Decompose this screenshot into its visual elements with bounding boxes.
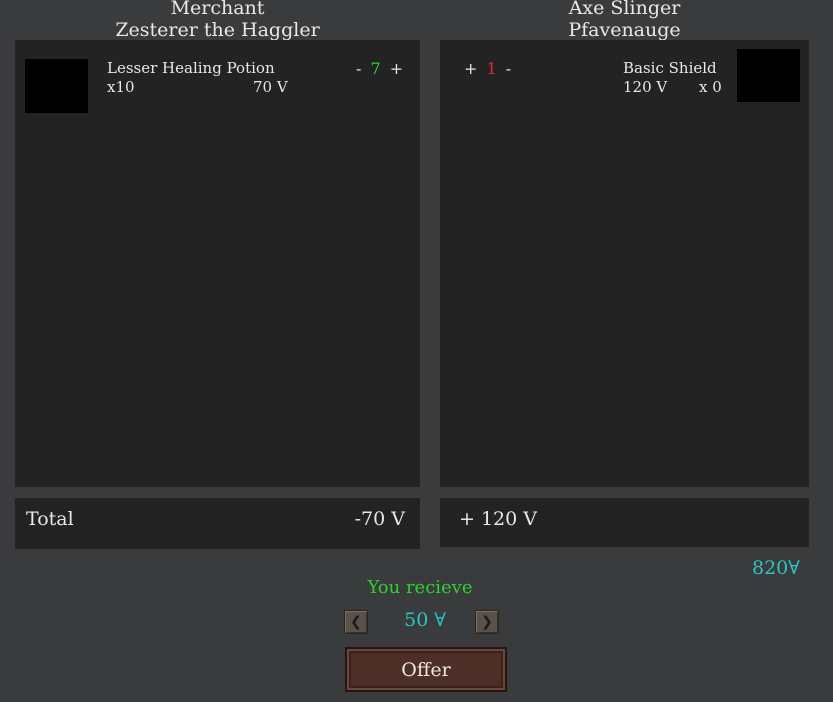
item-name: Basic Shield — [623, 59, 717, 77]
decrease-button[interactable]: - — [352, 59, 365, 78]
receive-label: You recieve — [367, 577, 473, 598]
merchant-total-panel: Total -70 V — [15, 498, 420, 549]
item-price: 120 V — [623, 78, 668, 96]
player-quantity-stepper: + 1 - — [460, 59, 515, 78]
player-name: Pfavenauge — [568, 19, 681, 41]
item-stock: x 0 — [699, 78, 722, 96]
player-role: Axe Slinger — [568, 0, 681, 19]
receive-amount: 50 ∀ — [404, 609, 446, 631]
chevron-right-icon: ❯ — [481, 614, 493, 630]
merchant-name: Zesterer the Haggler — [115, 19, 320, 41]
player-header: Axe Slinger Pfavenauge — [440, 0, 809, 41]
item-icon[interactable] — [737, 49, 800, 102]
total-label: Total — [26, 508, 74, 530]
increase-amount-button[interactable]: ❯ — [475, 610, 499, 634]
quantity-value: 1 — [486, 59, 497, 78]
player-total-value: + 120 V — [459, 508, 537, 530]
player-total-panel: + 120 V — [440, 498, 809, 547]
item-icon[interactable] — [25, 59, 88, 113]
merchant-total-value: -70 V — [354, 508, 405, 530]
item-stock: x10 — [107, 78, 135, 96]
decrease-button[interactable]: - — [502, 59, 515, 78]
chevron-left-icon: ❮ — [350, 614, 362, 630]
item-price: 70 V — [253, 78, 288, 96]
merchant-item-list: Lesser Healing Potion x10 70 V - 7 + — [15, 40, 420, 487]
merchant-header: Merchant Zesterer the Haggler — [15, 0, 420, 41]
item-name: Lesser Healing Potion — [107, 59, 275, 77]
increase-button[interactable]: + — [386, 59, 407, 78]
player-gold-balance: 820∀ — [752, 557, 800, 579]
merchant-role: Merchant — [170, 0, 265, 19]
merchant-quantity-stepper: - 7 + — [352, 59, 407, 78]
player-item-list: + 1 - Basic Shield 120 V x 0 — [440, 40, 809, 487]
increase-button[interactable]: + — [460, 59, 481, 78]
decrease-amount-button[interactable]: ❮ — [344, 610, 368, 634]
quantity-value: 7 — [370, 59, 381, 78]
offer-button[interactable]: Offer — [345, 647, 507, 692]
trade-window: Merchant Zesterer the Haggler Axe Slinge… — [0, 0, 833, 702]
